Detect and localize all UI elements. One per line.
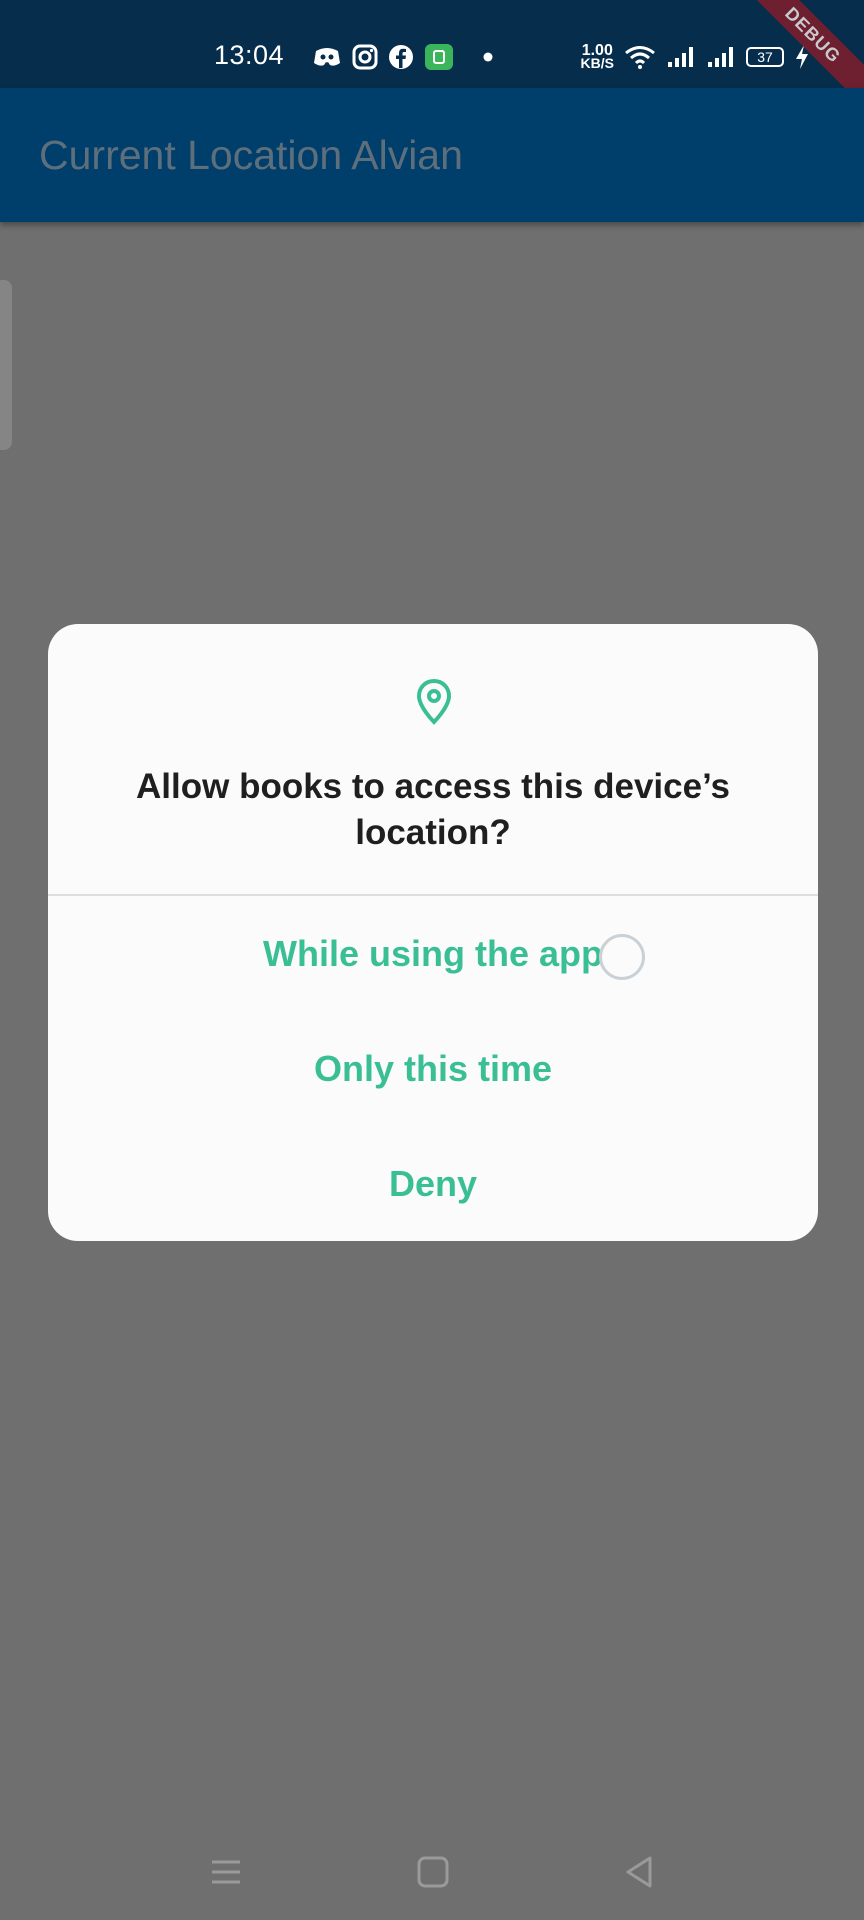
location-pin-icon bbox=[416, 678, 452, 725]
only-this-time-button[interactable]: Only this time bbox=[48, 1019, 818, 1119]
navigation-bar bbox=[0, 1810, 864, 1920]
signal-icon bbox=[708, 47, 733, 67]
app-bar: Current Location Alvian bbox=[0, 88, 864, 222]
dot-icon bbox=[483, 52, 493, 62]
status-bar: 13:04 1.00 KB/S 37 DEBUG bbox=[0, 0, 864, 113]
instagram-icon bbox=[352, 44, 378, 70]
while-using-app-button[interactable]: While using the app bbox=[48, 904, 818, 1004]
location-permission-dialog: Allow books to access this device’s loca… bbox=[48, 624, 818, 1241]
edge-panel-handle[interactable] bbox=[0, 280, 12, 450]
home-icon[interactable] bbox=[411, 1850, 455, 1894]
battery-indicator: 37 bbox=[746, 47, 784, 67]
discord-icon bbox=[314, 48, 340, 66]
page-title: Current Location Alvian bbox=[39, 132, 463, 178]
divider bbox=[48, 894, 818, 896]
facebook-icon bbox=[389, 45, 413, 69]
network-speed: 1.00 KB/S bbox=[580, 42, 614, 71]
wifi-icon bbox=[625, 46, 655, 69]
status-time: 13:04 bbox=[214, 40, 285, 70]
deny-button[interactable]: Deny bbox=[48, 1134, 818, 1234]
dialog-title: Allow books to access this device’s loca… bbox=[136, 767, 730, 852]
system-status-icons: 1.00 KB/S 37 bbox=[581, 40, 810, 74]
menu-icon[interactable] bbox=[204, 1850, 248, 1894]
signal-icon bbox=[668, 47, 693, 67]
notification-icons bbox=[312, 40, 500, 74]
app-badge-icon bbox=[425, 44, 453, 70]
back-icon[interactable] bbox=[618, 1850, 662, 1894]
